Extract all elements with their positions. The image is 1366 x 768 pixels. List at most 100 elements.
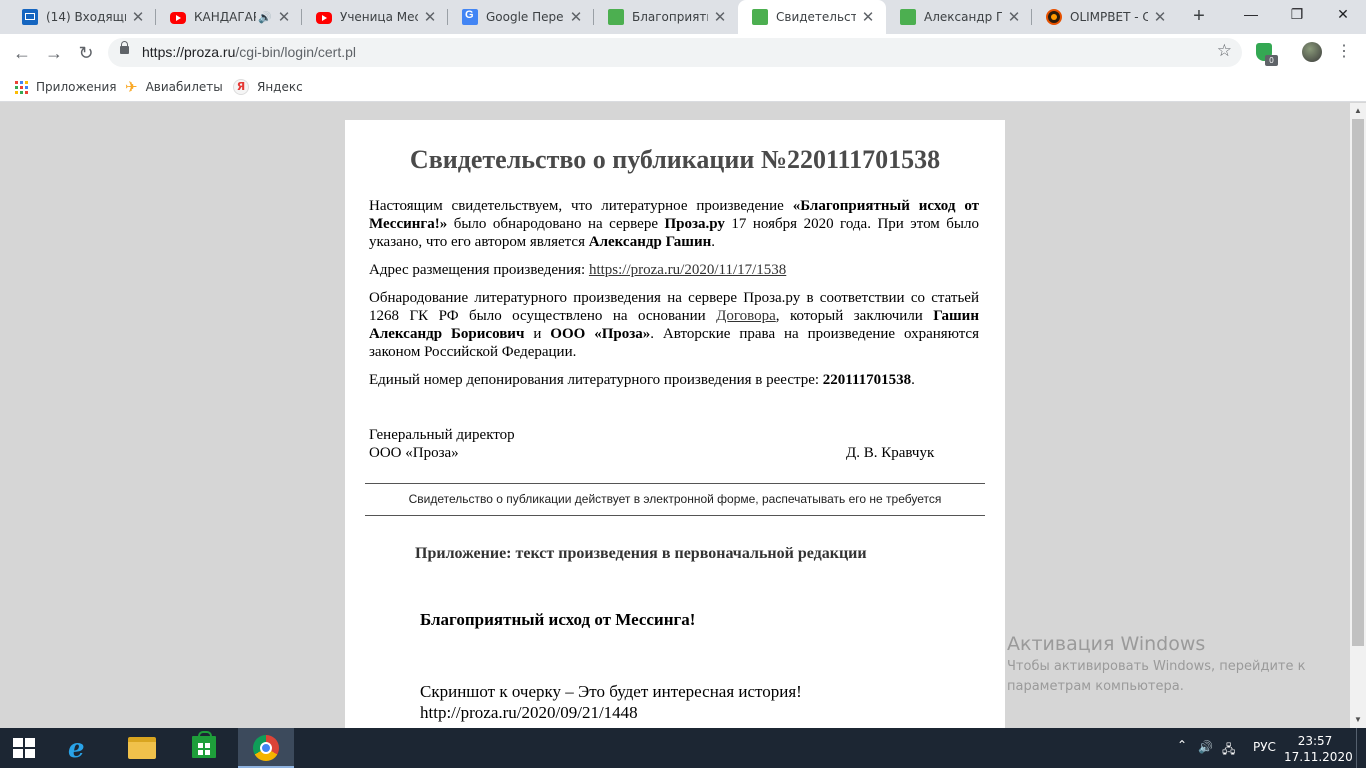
close-icon[interactable]: ✕	[1006, 8, 1022, 26]
tab-title: Благоприятный	[632, 10, 708, 24]
bookmark-yandex[interactable]: Я Яндекс	[233, 77, 303, 97]
activation-line: параметрам компьютера.	[1007, 679, 1184, 694]
tab-blagopriyatny[interactable]: Благоприятный ✕	[594, 0, 738, 34]
start-button[interactable]	[0, 728, 48, 768]
address-toolbar: ← → ↻ https://proza.ru/cgi-bin/login/cer…	[0, 34, 1366, 72]
taskbar-clock[interactable]: 23:57 17.11.2020	[1284, 733, 1353, 765]
work-text-line: http://proza.ru/2020/09/21/1448	[420, 703, 638, 722]
internet-explorer-icon: e	[68, 734, 85, 764]
organization-name: ООО «Проза»	[550, 326, 651, 342]
profile-avatar[interactable]	[1302, 42, 1322, 62]
vertical-scrollbar[interactable]: ▲ ▼	[1350, 103, 1366, 728]
text-run: было обнародовано на сервере	[447, 216, 665, 232]
close-icon[interactable]: ✕	[860, 8, 876, 26]
taskbar-chrome[interactable]	[238, 728, 294, 768]
url-path: /cgi-bin/login/cert.pl	[235, 44, 357, 60]
extension-shield-icon[interactable]: 0	[1256, 43, 1278, 66]
back-button[interactable]: ←	[9, 40, 35, 66]
work-url-link[interactable]: https://proza.ru/2020/11/17/1538	[589, 262, 786, 278]
close-icon[interactable]: ✕	[1152, 8, 1168, 26]
work-title: Благоприятный исход от Мессинга!	[420, 610, 696, 629]
tab-olimpbet[interactable]: OLIMPBET - Сп ✕	[1032, 0, 1178, 34]
taskbar-internet-explorer[interactable]: e	[52, 728, 108, 768]
bookmark-star-icon[interactable]: ☆	[1217, 41, 1232, 61]
address-bar[interactable]: https://proza.ru/cgi-bin/login/cert.pl ☆	[108, 38, 1242, 67]
browser-menu-icon[interactable]: ⋮	[1334, 42, 1354, 62]
certificate-paragraph-4: Единый номер депонирования литературного…	[369, 371, 979, 389]
google-translate-icon	[462, 9, 478, 25]
signature-block: Генеральный директор ООО «Проза»	[369, 426, 515, 462]
volume-icon[interactable]: 🔊	[1198, 740, 1213, 754]
bookmark-apps[interactable]: Приложения	[15, 77, 117, 97]
proza-icon	[900, 9, 916, 25]
work-text-line: Скриншот к очерку – Это будет интересная…	[420, 682, 802, 701]
network-icon[interactable]: 🖧	[1222, 740, 1235, 761]
activation-title: Активация Windows	[1007, 633, 1206, 655]
tab-google-translate[interactable]: Google Перево ✕	[448, 0, 594, 34]
taskbar-file-explorer[interactable]	[114, 728, 170, 768]
windows-activation-watermark: Активация Windows Чтобы активировать Win…	[1007, 632, 1337, 697]
youtube-icon	[170, 12, 186, 24]
scroll-up-arrow-icon[interactable]: ▲	[1350, 103, 1366, 119]
tray-overflow-arrow-icon[interactable]: ⌃	[1177, 738, 1187, 752]
tab-certificate[interactable]: Свидетельство ✕	[738, 0, 886, 34]
tab-title: Ученица Месс	[340, 10, 418, 24]
tab-title: OLIMPBET - Сп	[1070, 10, 1148, 24]
certificate-paragraph-1: Настоящим свидетельствуем, что литератур…	[369, 197, 979, 251]
text-run: , который заключили	[775, 308, 934, 324]
airplane-icon: ✈	[125, 78, 138, 96]
tab-title: Свидетельство	[776, 10, 856, 24]
text-run: Настоящим свидетельствуем, что литератур…	[369, 198, 793, 214]
tab-uchenitsa[interactable]: Ученица Месс ✕	[302, 0, 448, 34]
close-icon[interactable]: ✕	[712, 8, 728, 26]
maximize-button[interactable]: ❐	[1274, 0, 1320, 30]
minimize-button[interactable]: —	[1228, 0, 1274, 30]
close-icon[interactable]: ✕	[276, 8, 292, 26]
forward-button[interactable]: →	[41, 40, 67, 66]
tab-title: (14) Входящие	[46, 10, 126, 24]
tab-strip: (14) Входящие ✕ КАНДАГАР 🔊 ✕ Ученица Мес…	[0, 0, 1366, 34]
certificate-paragraph-2: Адрес размещения произведения: https://p…	[369, 261, 979, 279]
lock-icon[interactable]	[120, 41, 129, 54]
contract-link[interactable]: Договора	[716, 308, 776, 324]
certificate-title: Свидетельство о публикации №220111701538	[409, 145, 941, 174]
url-text[interactable]: https://proza.ru/cgi-bin/login/cert.pl	[142, 44, 356, 60]
extension-badge: 0	[1265, 55, 1278, 66]
new-tab-button[interactable]: +	[1188, 5, 1210, 27]
text-run: .	[911, 372, 915, 388]
text-run: Адрес размещения произведения:	[369, 262, 589, 278]
appendix-title: Приложение: текст произведения в первона…	[415, 545, 867, 562]
scrollbar-thumb[interactable]	[1352, 119, 1364, 646]
close-icon[interactable]: ✕	[130, 8, 146, 26]
electronic-form-notice: Свидетельство о публикации действует в э…	[408, 492, 942, 506]
scroll-down-arrow-icon[interactable]: ▼	[1350, 712, 1366, 728]
bookmark-aviabilety[interactable]: ✈ Авиабилеты	[125, 77, 223, 97]
youtube-icon	[316, 12, 332, 24]
registry-number: 220111701538	[822, 372, 912, 388]
close-icon[interactable]: ✕	[568, 8, 584, 26]
text-run: Единый номер депонирования литературного…	[369, 372, 823, 388]
tab-kandagar[interactable]: КАНДАГАР 🔊 ✕	[156, 0, 302, 34]
reload-button[interactable]: ↻	[73, 40, 99, 66]
tab-title: КАНДАГАР	[194, 10, 257, 24]
close-window-button[interactable]: ✕	[1320, 0, 1366, 30]
speaker-icon[interactable]: 🔊	[258, 11, 272, 24]
taskbar-store[interactable]	[176, 728, 232, 768]
text-run: и	[524, 326, 551, 342]
mail-icon	[22, 9, 38, 25]
apps-grid-icon	[15, 80, 28, 94]
store-icon	[192, 731, 216, 758]
show-desktop-button[interactable]	[1356, 728, 1366, 768]
tab-inbox[interactable]: (14) Входящие ✕	[8, 0, 156, 34]
clock-date: 17.11.2020	[1284, 750, 1353, 764]
proza-icon	[752, 9, 768, 25]
signer-position: Генеральный директор	[369, 427, 515, 443]
language-indicator[interactable]: РУС	[1253, 740, 1276, 754]
tab-alexandr-gashin[interactable]: Александр Гаш ✕	[886, 0, 1032, 34]
clock-time: 23:57	[1297, 734, 1333, 748]
bookmark-label: Яндекс	[257, 80, 303, 94]
file-explorer-icon	[128, 737, 156, 759]
proza-icon	[608, 9, 624, 25]
certificate-paragraph-3: Обнародование литературного произведения…	[369, 289, 979, 361]
close-icon[interactable]: ✕	[422, 8, 438, 26]
